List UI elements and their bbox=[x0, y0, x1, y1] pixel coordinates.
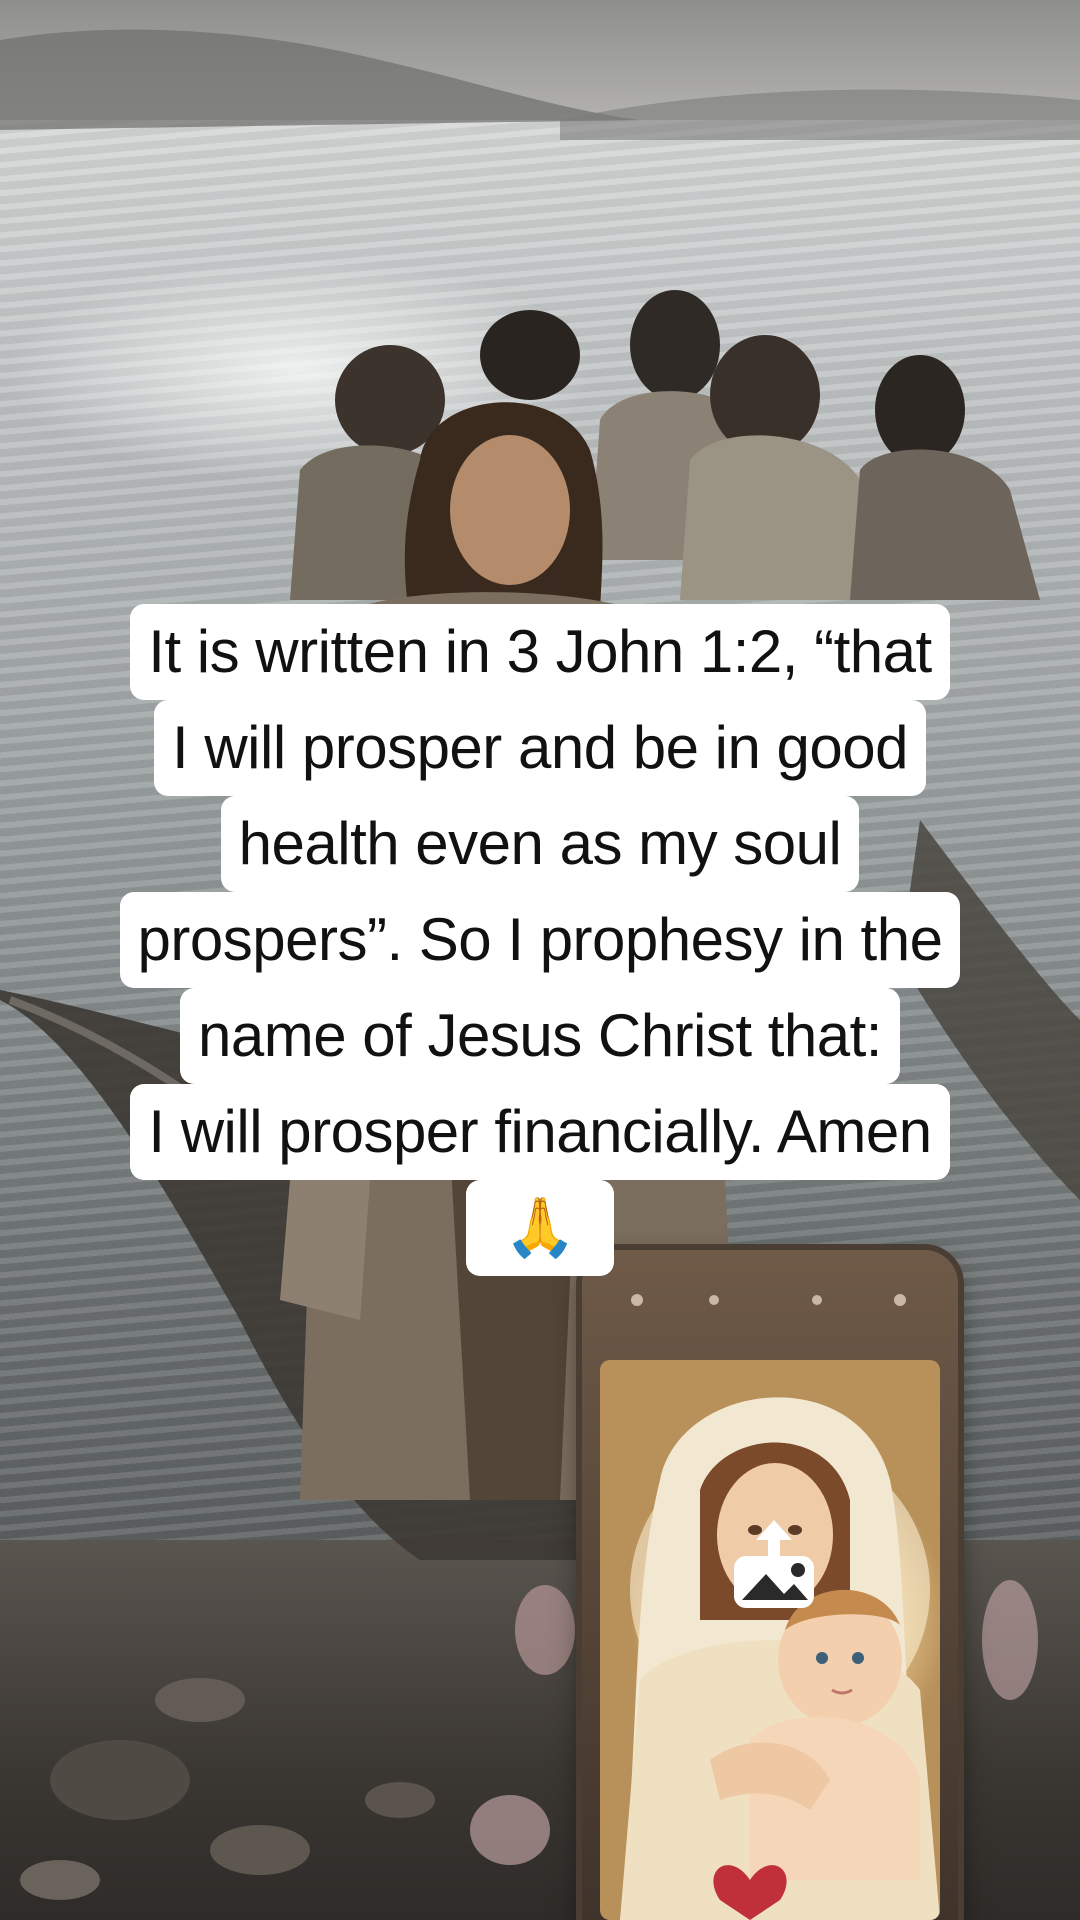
caption-line-4: prospers”. So I prophesy in the bbox=[119, 892, 961, 988]
share-image-button[interactable] bbox=[728, 1518, 820, 1610]
video-frame: It is written in 3 John 1:2, “that I wil… bbox=[0, 0, 1080, 1920]
caption-line-5: name of Jesus Christ that: bbox=[180, 988, 900, 1084]
caption-line-6: I will prosper financially. Amen bbox=[130, 1084, 950, 1180]
caption-overlay: It is written in 3 John 1:2, “that I wil… bbox=[20, 604, 1060, 1276]
madonna-child-image bbox=[600, 1360, 940, 1920]
share-image-icon bbox=[734, 1520, 814, 1608]
caption-line-2: I will prosper and be in good bbox=[154, 700, 926, 796]
folded-hands-emoji: 🙏 bbox=[466, 1180, 614, 1276]
caption-line-1: It is written in 3 John 1:2, “that bbox=[130, 604, 950, 700]
phone-status-dots bbox=[631, 1294, 906, 1306]
caption-line-3: health even as my soul bbox=[220, 796, 860, 892]
